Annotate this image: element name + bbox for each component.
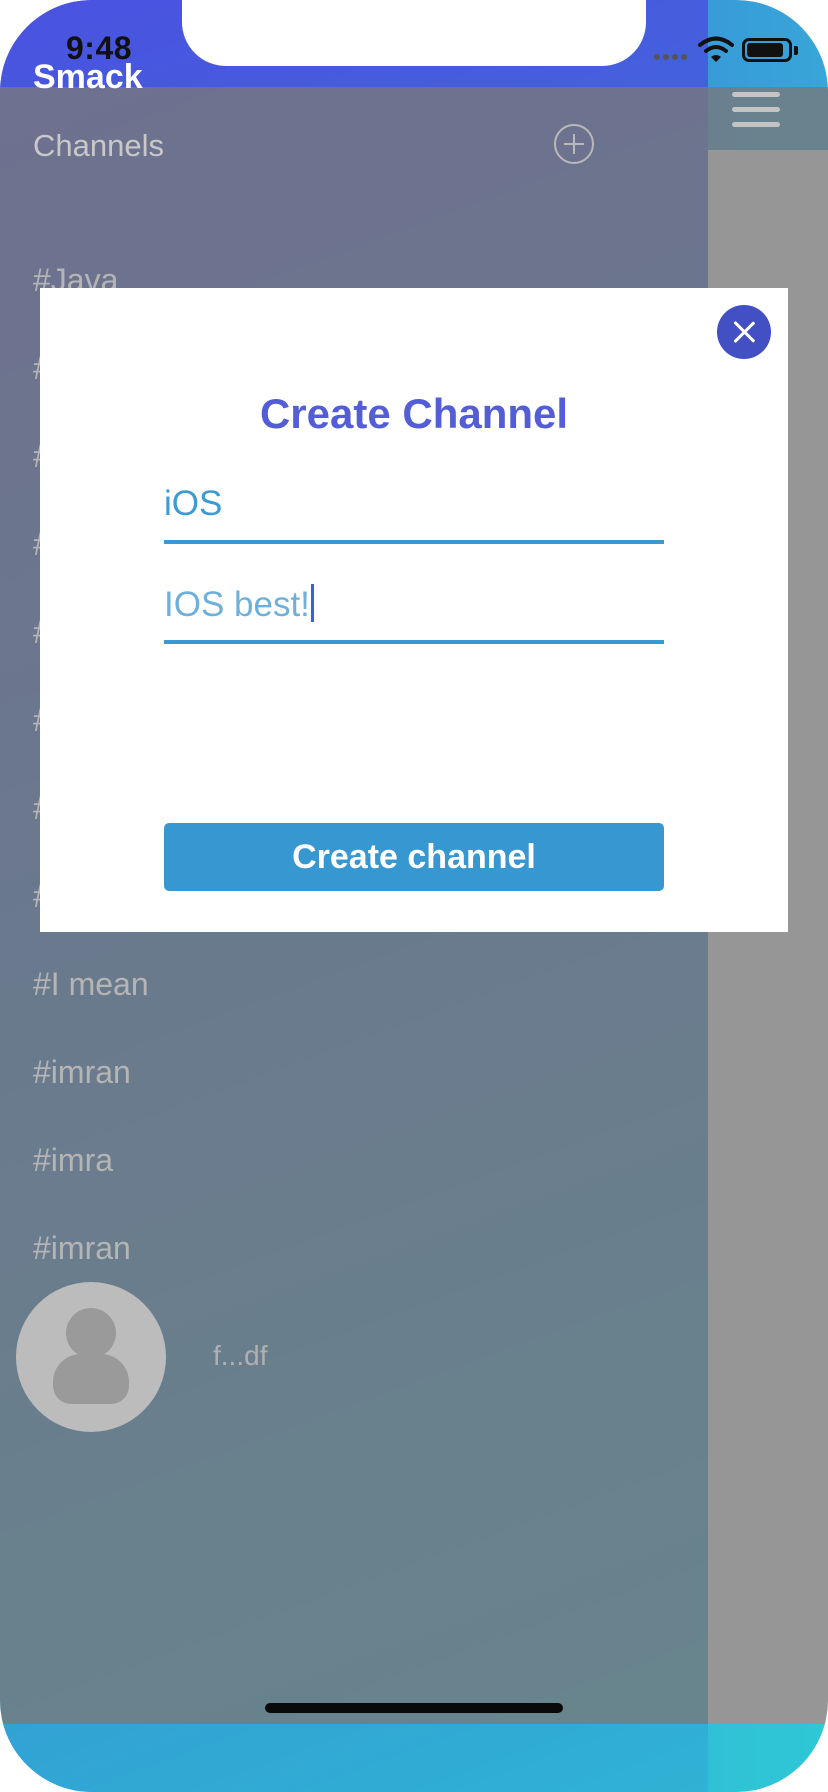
channel-name-field[interactable]: iOS: [164, 484, 664, 544]
signal-dot-icon: [654, 54, 660, 60]
channel-name-value: iOS: [164, 484, 223, 523]
avatar-head-shape: [66, 1308, 116, 1358]
channel-item[interactable]: #imra: [33, 1142, 113, 1179]
user-name-label[interactable]: f...df: [213, 1340, 267, 1372]
hamburger-menu-icon[interactable]: [732, 92, 780, 130]
device-notch: [182, 0, 646, 66]
avatar-body-shape: [53, 1354, 129, 1404]
channel-description-text: IOS best!: [164, 585, 310, 624]
signal-dot-icon: [681, 54, 687, 60]
signal-dot-icon: [672, 54, 678, 60]
device-screen: Channels #Java # # # # # # # #I mean #im…: [0, 0, 828, 1792]
signal-dot-icon: [663, 54, 669, 60]
create-channel-button[interactable]: Create channel: [164, 823, 664, 891]
channel-item[interactable]: #I mean: [33, 966, 149, 1003]
channel-description-value: IOS best!: [164, 584, 314, 625]
create-channel-modal: Create Channel iOS IOS best! Create chan…: [40, 288, 788, 932]
add-channel-button[interactable]: [554, 124, 594, 164]
channel-item[interactable]: #imran: [33, 1230, 131, 1267]
wifi-icon: [698, 36, 734, 62]
channel-description-field[interactable]: IOS best!: [164, 584, 664, 644]
channels-label: Channels: [33, 128, 164, 163]
modal-title: Create Channel: [259, 390, 569, 437]
battery-tip: [794, 46, 798, 55]
user-avatar[interactable]: [16, 1282, 166, 1432]
app-title: Smack: [33, 58, 143, 96]
close-modal-button[interactable]: [717, 305, 771, 359]
channel-item[interactable]: #imran: [33, 1054, 131, 1091]
text-cursor: [310, 584, 314, 622]
home-indicator[interactable]: [265, 1703, 563, 1713]
battery-icon: [742, 38, 792, 62]
